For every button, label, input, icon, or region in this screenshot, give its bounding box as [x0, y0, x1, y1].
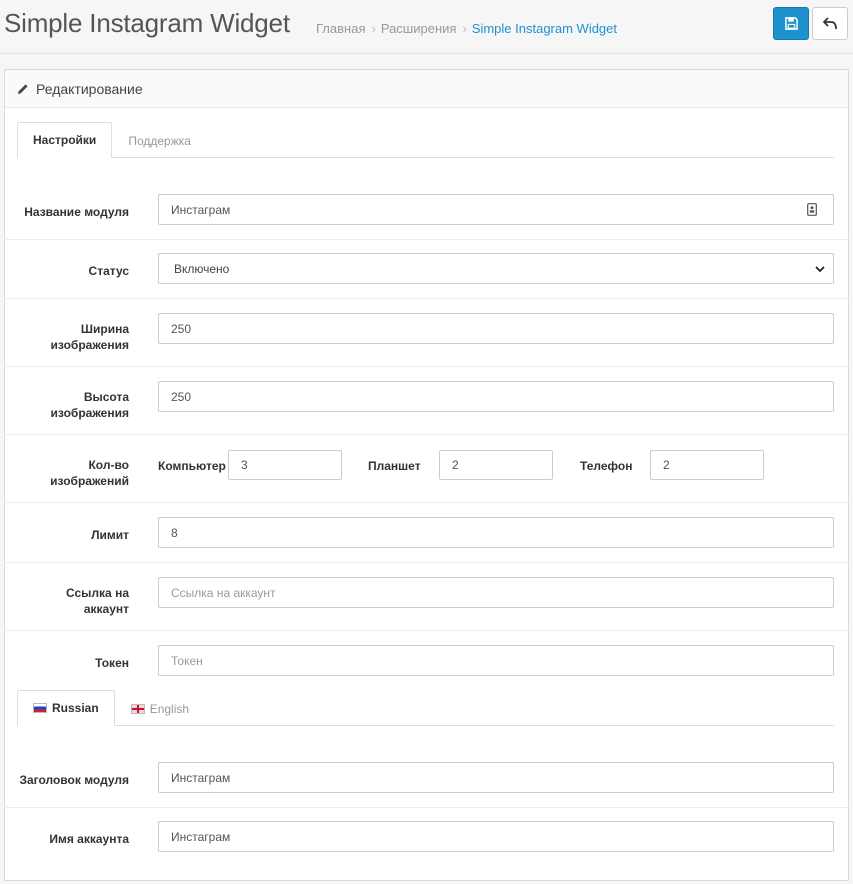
image-count-label: Кол-во изображений — [50, 458, 129, 488]
tab-language-russian-label: Russian — [52, 701, 99, 715]
language-tabs: Russian English — [17, 690, 834, 726]
token-input[interactable] — [158, 645, 834, 676]
row-limit: Лимит — [4, 503, 849, 563]
account-link-label: Ссылка на аккаунт — [66, 586, 129, 616]
tablet-count-input[interactable] — [439, 450, 553, 480]
back-button[interactable] — [812, 7, 848, 40]
desktop-label: Компьютер — [158, 459, 226, 473]
tab-language-english-label: English — [149, 701, 190, 716]
save-button[interactable] — [773, 7, 809, 40]
breadcrumb-current[interactable]: Simple Instagram Widget — [472, 21, 617, 36]
chevron-down-icon — [815, 266, 825, 273]
limit-input[interactable] — [158, 517, 834, 548]
row-image-count: Кол-воизображений Компьютер Планшет Теле… — [4, 435, 849, 503]
account-name-input[interactable] — [158, 821, 834, 852]
row-status: Статус Включено — [4, 240, 849, 299]
panel-title: Редактирование — [36, 80, 143, 97]
image-height-label: Высота изображения — [50, 390, 129, 420]
contact-card-icon — [807, 203, 817, 216]
tab-settings[interactable]: Настройки — [17, 122, 113, 158]
status-select[interactable]: Включено — [158, 253, 834, 284]
row-account-link: Ссылка на аккаунт — [4, 563, 849, 631]
breadcrumb: Главная › Расширения › Simple Instagram … — [316, 21, 617, 36]
row-token: Токен — [4, 631, 849, 685]
tab-language-russian[interactable]: Russian — [17, 690, 115, 726]
module-name-label: Название модуля — [24, 205, 129, 219]
row-account-name: Имя аккаунта — [4, 808, 849, 868]
module-name-input[interactable] — [158, 194, 834, 225]
image-width-label: Ширина изображения — [50, 322, 129, 352]
account-name-label: Имя аккаунта — [49, 832, 129, 846]
image-width-input[interactable] — [158, 313, 834, 344]
panel-heading: Редактирование — [5, 70, 848, 108]
tablet-label: Планшет — [368, 459, 421, 473]
row-image-height: Высота изображения — [4, 367, 849, 435]
russia-flag-icon — [33, 703, 47, 713]
page-title: Simple Instagram Widget — [4, 8, 290, 38]
tab-language-english[interactable]: English — [115, 690, 205, 726]
status-selected-value: Включено — [174, 261, 230, 276]
account-link-input[interactable] — [158, 577, 834, 608]
breadcrumb-separator: › — [371, 21, 376, 36]
row-image-width: Ширина изображения — [4, 299, 849, 367]
main-tabs: Настройки Поддержка — [17, 122, 834, 158]
save-icon — [784, 17, 798, 30]
page-header: Simple Instagram Widget Главная › Расшир… — [0, 0, 853, 54]
module-heading-label: Заголовок модуля — [19, 773, 129, 787]
reply-icon — [823, 17, 837, 30]
status-label: Статус — [88, 264, 129, 278]
breadcrumb-home[interactable]: Главная — [316, 21, 365, 36]
row-module-name: Название модуля — [4, 180, 849, 240]
breadcrumb-separator: › — [462, 21, 467, 36]
phone-count-input[interactable] — [650, 450, 764, 480]
breadcrumb-extensions[interactable]: Расширения — [381, 21, 457, 36]
token-label: Токен — [95, 656, 129, 670]
limit-label: Лимит — [91, 528, 129, 542]
desktop-count-input[interactable] — [228, 450, 342, 480]
module-heading-input[interactable] — [158, 762, 834, 793]
phone-label: Телефон — [580, 459, 633, 473]
tab-support[interactable]: Поддержка — [112, 122, 207, 158]
pencil-icon — [18, 83, 28, 94]
england-flag-icon — [130, 703, 145, 714]
row-module-heading: Заголовок модуля — [4, 748, 849, 808]
image-height-input[interactable] — [158, 381, 834, 412]
